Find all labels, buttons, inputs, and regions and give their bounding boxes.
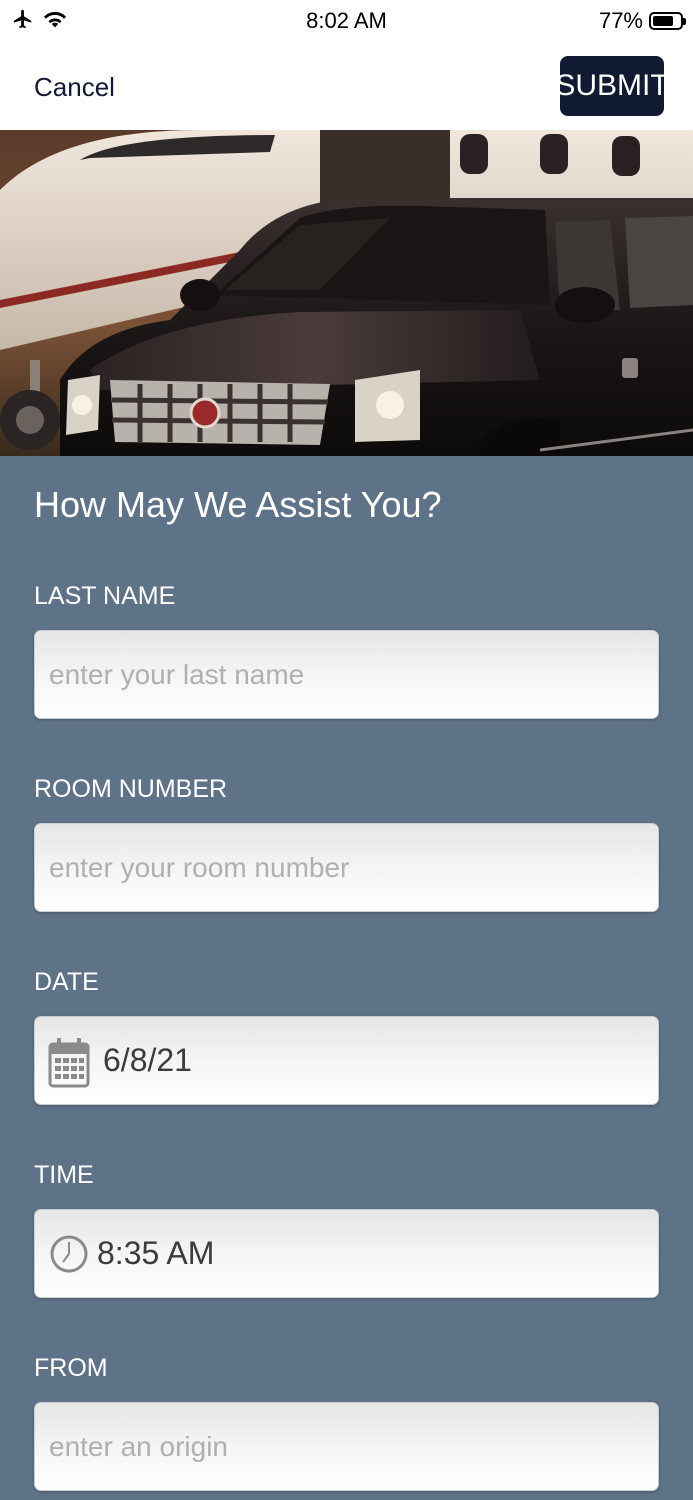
date-value: 6/8/21 (103, 1042, 192, 1078)
from-label: FROM (34, 1354, 108, 1382)
calendar-icon (47, 1034, 91, 1088)
status-bar: 8:02 AM 77% (0, 0, 693, 44)
time-value: 8:35 AM (97, 1235, 215, 1271)
last-name-input[interactable] (47, 657, 658, 692)
room-number-field[interactable] (34, 823, 659, 912)
battery-icon (649, 12, 686, 30)
last-name-label: LAST NAME (34, 582, 176, 610)
time-label: TIME (34, 1161, 94, 1189)
last-name-field[interactable] (34, 630, 659, 719)
battery-percent: 77% (598, 8, 643, 33)
clock-icon (47, 1227, 91, 1281)
battery-level (653, 16, 673, 26)
nav-bar: Cancel SUBMIT (0, 44, 693, 130)
status-right: 77% (598, 8, 686, 34)
date-field[interactable]: 6/8/21 (34, 1016, 659, 1105)
date-label: DATE (34, 968, 99, 996)
form-title: How May We Assist You? (34, 484, 442, 525)
room-number-label: ROOM NUMBER (34, 775, 228, 803)
from-field[interactable] (34, 1402, 659, 1491)
request-form: How May We Assist You? LAST NAME ROOM NU… (0, 456, 693, 1500)
time-field[interactable]: 8:35 AM (34, 1209, 659, 1298)
from-input[interactable] (47, 1429, 658, 1464)
cancel-button[interactable]: Cancel (34, 72, 115, 103)
status-time: 8:02 AM (306, 8, 387, 33)
submit-button[interactable]: SUBMIT (555, 56, 669, 116)
hero-image (0, 130, 693, 456)
room-number-input[interactable] (47, 850, 658, 885)
